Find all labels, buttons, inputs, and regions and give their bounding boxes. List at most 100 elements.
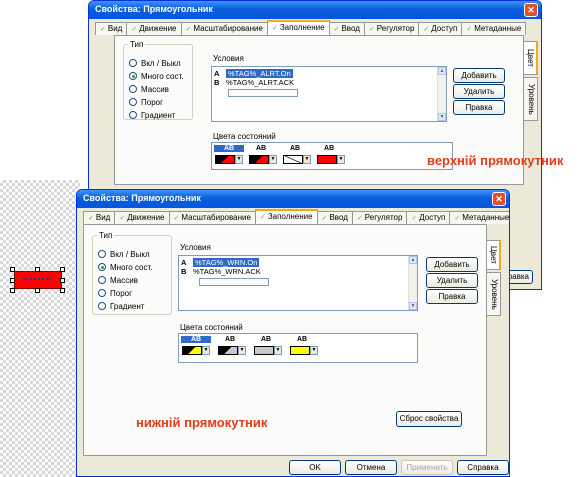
radio-icon [98,250,106,258]
color-box [249,155,269,164]
color-box [182,346,202,355]
scroll-up-icon[interactable]: ▲ [409,256,417,264]
state-color-swatch[interactable]: AB ▼ [248,145,278,167]
scroll-down-icon[interactable]: ▼ [438,113,446,121]
radio-array[interactable]: Массив [129,84,169,94]
help-button[interactable]: Справка [457,460,509,475]
conditions-label: Условия [180,243,211,252]
tab-fill[interactable]: ✓ Заполнение [266,20,330,35]
radio-icon [129,59,137,67]
selection-handle[interactable] [10,278,15,283]
radio-threshold[interactable]: Порог [129,97,163,107]
radio-icon [98,289,106,297]
radio-icon [129,98,137,106]
conditions-scrollbar[interactable]: ▲ ▼ [408,256,417,310]
tab-access[interactable]: ✓ Доступ [406,211,451,224]
state-color-swatch[interactable]: AB ▼ [282,145,312,167]
add-button[interactable]: Добавить [453,68,505,83]
edit-button[interactable]: Правка [426,289,478,304]
cancel-button[interactable]: Отмена [345,460,397,475]
close-icon[interactable]: ✕ [524,3,538,17]
scroll-up-icon[interactable]: ▲ [438,67,446,75]
selection-handle[interactable] [10,288,15,293]
state-color-swatch[interactable]: AB ▼ [214,145,244,167]
condition-edit-box[interactable] [199,278,269,286]
add-button[interactable]: Добавить [426,257,478,272]
selection-handle[interactable] [35,288,40,293]
ok-button[interactable]: OK [289,460,341,475]
condition-row[interactable]: B %TAG%_ALRT.ACK [214,78,294,87]
delete-button[interactable]: Удалить [426,273,478,288]
tab-movement[interactable]: ✓ Движение [126,22,182,35]
state-color-swatch[interactable]: AB ▼ [289,336,319,358]
state-colors-label: Цвета состояний [180,323,243,332]
chevron-down-icon[interactable]: ▼ [310,346,318,355]
tab-view[interactable]: ✓ Вид [95,22,128,35]
radio-gradient[interactable]: Градиент [98,301,144,311]
radio-multi-state[interactable]: Много сост. [98,262,152,272]
type-group-label: Тип [130,40,144,49]
chevron-down-icon[interactable]: ▼ [274,346,282,355]
condition-row[interactable]: A %TAG%_WRN.On [181,258,260,267]
chevron-down-icon[interactable]: ▼ [269,155,277,164]
tab-input[interactable]: ✓ Ввод [316,211,353,224]
color-box-crossed [283,155,303,164]
radio-gradient[interactable]: Градиент [129,110,175,120]
condition-edit-box[interactable] [228,89,298,97]
conditions-list[interactable]: A %TAG%_ALRT.On B %TAG%_ALRT.ACK ▲ ▼ [211,66,447,122]
tab-access[interactable]: ✓ Доступ [418,22,463,35]
state-color-swatch[interactable]: AB ▼ [181,336,211,358]
tab-scaling[interactable]: ✓ Масштабирование [180,22,268,35]
conditions-label: Условия [213,54,244,63]
apply-button[interactable]: Применить [401,460,453,475]
radio-icon [129,111,137,119]
tab-metadata[interactable]: ✓ Метаданные [461,22,527,35]
tab-metadata[interactable]: ✓ Метаданные [449,211,509,224]
delete-button[interactable]: Удалить [453,84,505,99]
tab-regulator[interactable]: ✓ Регулятор [351,211,408,224]
conditions-scrollbar[interactable]: ▲ ▼ [437,67,446,121]
radio-on-off[interactable]: Вкл / Выкл [98,249,150,259]
reset-properties-button[interactable]: Сброс свойства [396,411,462,427]
tab-regulator[interactable]: ✓ Регулятор [363,22,420,35]
selection-handle[interactable] [60,267,65,272]
close-icon[interactable]: ✕ [492,192,506,206]
chevron-down-icon[interactable]: ▼ [303,155,311,164]
color-box [215,155,235,164]
scroll-down-icon[interactable]: ▼ [409,302,417,310]
annotation-top-rectangle: верхній прямокутник [427,153,564,168]
selection-handle[interactable] [10,267,15,272]
tab-fill[interactable]: ✓ Заполнение [254,209,318,224]
tab-view[interactable]: ✓ Вид [83,211,116,224]
selection-handle[interactable] [60,278,65,283]
state-color-swatch[interactable]: AB ▼ [316,145,346,167]
chevron-down-icon[interactable]: ▼ [235,155,243,164]
dialog-bottom-title: Свойства: Прямоугольник [77,190,509,208]
conditions-list[interactable]: A %TAG%_WRN.On B %TAG%_WRN.ACK ▲ ▼ [178,255,418,311]
edit-button[interactable]: Правка [453,100,505,115]
radio-threshold[interactable]: Порог [98,288,132,298]
chevron-down-icon[interactable]: ▼ [202,346,210,355]
condition-row[interactable]: A %TAG%_ALRT.On [214,69,293,78]
side-tab-color[interactable]: Цвет [524,41,538,75]
condition-row[interactable]: B %TAG%_WRN.ACK [181,267,261,276]
annotation-bottom-rectangle: нижній прямокутник [136,415,268,430]
selection-handle[interactable] [60,288,65,293]
radio-icon [98,302,106,310]
radio-multi-state[interactable]: Много сост. [129,71,183,81]
dialog-top-title: Свойства: Прямоугольник [89,1,541,19]
chevron-down-icon[interactable]: ▼ [337,155,345,164]
chevron-down-icon[interactable]: ▼ [238,346,246,355]
side-tab-level[interactable]: Уровень [524,77,538,121]
dialog-footer: OK Отмена Применить Справка [77,458,509,476]
radio-array[interactable]: Массив [98,275,138,285]
selection-handle[interactable] [35,267,40,272]
tab-input[interactable]: ✓ Ввод [328,22,365,35]
side-tab-level[interactable]: Уровень [487,272,501,316]
tab-movement[interactable]: ✓ Движение [114,211,170,224]
state-color-swatch[interactable]: AB ▼ [253,336,283,358]
tab-scaling[interactable]: ✓ Масштабирование [168,211,256,224]
state-color-swatch[interactable]: AB ▼ [217,336,247,358]
radio-on-off[interactable]: Вкл / Выкл [129,58,181,68]
side-tab-color[interactable]: Цвет [487,240,501,270]
